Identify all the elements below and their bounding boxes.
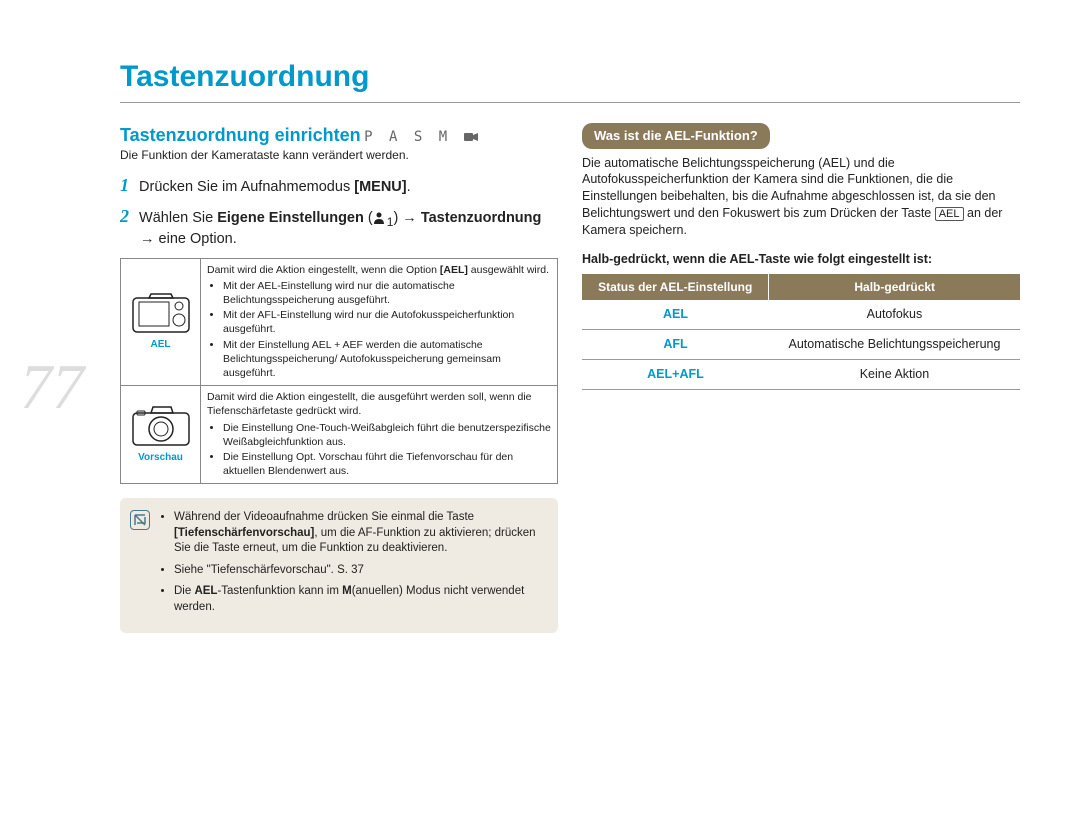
columns: Tastenzuordnung einrichten P A S M Die F…: [120, 123, 1020, 633]
right-column: Was ist die AEL-Funktion? Die automatisc…: [582, 123, 1020, 633]
table-row: AFL Automatische Belichtungsspeicherung: [582, 329, 1020, 359]
step-2-bold1: Eigene Einstellungen: [217, 210, 364, 226]
row2-intro: Damit wird die Aktion eingestellt, die a…: [207, 391, 532, 417]
info-paragraph: Die automatische Belichtungsspeicherung …: [582, 155, 1020, 239]
step-1-text-b: .: [407, 179, 411, 195]
ael-key: AEL: [935, 207, 964, 221]
th-status: Status der AEL-Einstellung: [582, 274, 769, 300]
list-item: Die AEL-Tastenfunktion kann im M(anuelle…: [174, 584, 544, 615]
page-number: 77: [20, 350, 84, 424]
cell-auto-belichtung: Automatische Belichtungsspeicherung: [769, 329, 1020, 359]
cell-aelafl: AEL+AFL: [582, 359, 769, 389]
table-caption: Halb-gedrückt, wenn die AEL-Taste wie fo…: [582, 251, 1020, 268]
table-header-row: Status der AEL-Einstellung Halb-gedrückt: [582, 274, 1020, 300]
list-item: Mit der AEL-Einstellung wird nur die aut…: [223, 279, 551, 307]
note1-a: Während der Videoaufnahme drücken Sie ei…: [174, 511, 474, 523]
list-item: Die Einstellung One-Touch-Weißabgleich f…: [223, 421, 551, 449]
row1-intro: Damit wird die Aktion eingestellt, wenn …: [207, 264, 440, 276]
th-half: Halb-gedrückt: [769, 274, 1020, 300]
cell-ael: AEL: [582, 300, 769, 329]
table-row: AEL+AFL Keine Aktion: [582, 359, 1020, 389]
cell-keine: Keine Aktion: [769, 359, 1020, 389]
option-table: AEL Damit wird die Aktion eingestellt, w…: [120, 258, 558, 484]
note3-c: -Tastenfunktion kann im: [217, 585, 342, 597]
row1-list: Mit der AEL-Einstellung wird nur die aut…: [207, 279, 551, 380]
option-cell-vorschau: Vorschau: [121, 386, 201, 484]
user-icon: [373, 211, 387, 225]
page-container: Tastenzuordnung Tastenzuordnung einricht…: [0, 0, 1080, 673]
camera-front-icon: [131, 405, 191, 447]
list-item: Mit der AFL-Einstellung wird nur die Aut…: [223, 308, 551, 336]
camera-back-icon: [131, 292, 191, 334]
step-1-text-a: Drücken Sie im Aufnahmemodus: [139, 179, 354, 195]
note1-b: [Tiefenschärfenvorschau]: [174, 527, 314, 539]
intro-text: Die Funktion der Kamerataste kann veränd…: [120, 147, 558, 163]
row2-list: Die Einstellung One-Touch-Weißabgleich f…: [207, 421, 551, 479]
menu-key: [MENU]: [354, 179, 406, 195]
option-desc-vorschau: Damit wird die Aktion eingestellt, die a…: [201, 386, 558, 484]
step-2-number: 2: [120, 206, 129, 226]
step-2-bold2: Tastenzuordnung: [421, 210, 542, 226]
note-icon: [130, 510, 150, 530]
user-icon-sub: 1: [387, 215, 394, 229]
step-2-text-a: Wählen Sie: [139, 210, 217, 226]
step-1: 1 Drücken Sie im Aufnahmemodus [MENU].: [120, 173, 558, 198]
note-list: Während der Videoaufnahme drücken Sie ei…: [160, 510, 544, 615]
note-box: Während der Videoaufnahme drücken Sie ei…: [120, 498, 558, 633]
step-1-number: 1: [120, 175, 129, 195]
section-subtitle-row: Tastenzuordnung einrichten P A S M: [120, 123, 558, 147]
list-item: Die Einstellung Opt. Vorschau führt die …: [223, 450, 551, 478]
mode-icons: P A S M: [364, 129, 477, 145]
option-desc-ael: Damit wird die Aktion eingestellt, wenn …: [201, 258, 558, 385]
step-2: 2 Wählen Sie Eigene Einstellungen (1) → …: [120, 204, 558, 250]
section-subtitle: Tastenzuordnung einrichten: [120, 125, 361, 145]
list-item: Während der Videoaufnahme drücken Sie ei…: [174, 510, 544, 557]
row1-intro-c: ausgewählt wird.: [468, 264, 549, 276]
info-badge: Was ist die AEL-Funktion?: [582, 123, 770, 149]
table-row: AEL Damit wird die Aktion eingestellt, w…: [121, 258, 558, 385]
cell-autofokus: Autofokus: [769, 300, 1020, 329]
page-title: Tastenzuordnung: [120, 60, 1020, 103]
status-table: Status der AEL-Einstellung Halb-gedrückt…: [582, 274, 1020, 390]
note3-d: M: [342, 585, 352, 597]
cell-afl: AFL: [582, 329, 769, 359]
step-2-text-c: → eine Option.: [140, 231, 237, 247]
option-label-vorschau: Vorschau: [127, 451, 194, 465]
row1-intro-b: [AEL]: [440, 264, 468, 276]
list-item: Siehe "Tiefenschärfevorschau". S. 37: [174, 563, 544, 579]
content-area: Tastenzuordnung Tastenzuordnung einricht…: [120, 60, 1020, 633]
option-cell-ael: AEL: [121, 258, 201, 385]
para-a: Die automatische Belichtungsspeicherung …: [582, 156, 995, 221]
mode-letters: P A S M: [364, 129, 451, 145]
table-row: AEL Autofokus: [582, 300, 1020, 329]
left-column: Tastenzuordnung einrichten P A S M Die F…: [120, 123, 558, 633]
step-2-arrow1: →: [402, 210, 421, 226]
list-item: Mit der Einstellung AEL + AEF werden die…: [223, 338, 551, 381]
table-row: Vorschau Damit wird die Aktion eingestel…: [121, 386, 558, 484]
note3-a: Die: [174, 585, 194, 597]
video-icon: [464, 132, 478, 142]
option-label-ael: AEL: [127, 338, 194, 352]
note3-b: AEL: [194, 585, 217, 597]
